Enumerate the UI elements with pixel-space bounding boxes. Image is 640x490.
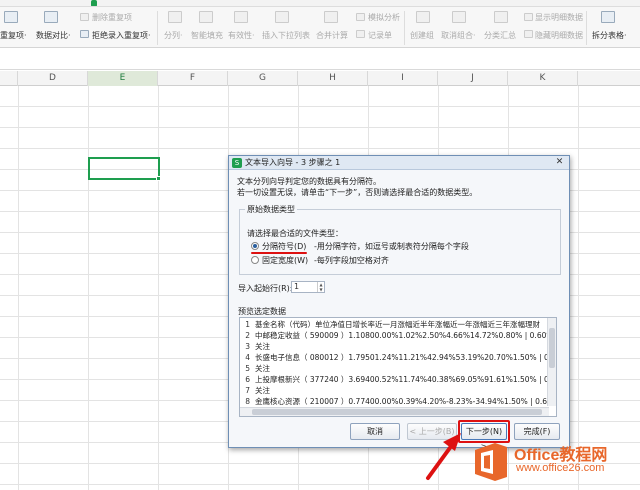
watermark-url: www.office26.com: [516, 462, 605, 474]
annotation-arrow-icon: [426, 433, 461, 480]
office-logo-icon: [475, 443, 507, 481]
